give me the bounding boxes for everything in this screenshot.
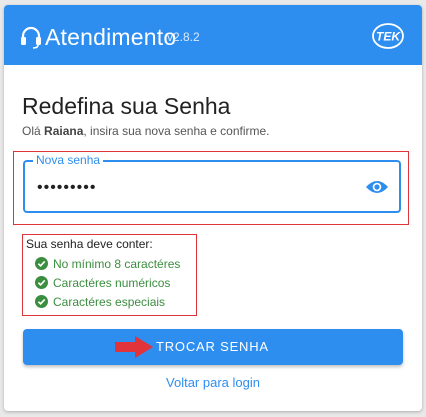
app-version: v2.8.2 — [167, 30, 200, 44]
reset-password-card: Atendimento v2.8.2 TEK Redefina sua Senh… — [4, 5, 422, 411]
tek-logo-icon: TEK — [372, 23, 404, 49]
app-title: Atendimento — [45, 24, 177, 50]
requirement-numeric: Caractéres numéricos — [35, 276, 170, 290]
new-password-field[interactable]: Nova senha ••••••••• — [23, 153, 401, 213]
instruction-rest: , insira sua nova senha e confirme. — [83, 124, 270, 138]
app-bar: Atendimento v2.8.2 TEK — [4, 5, 422, 65]
page-title: Redefina sua Senha — [22, 93, 231, 119]
svg-text:TEK: TEK — [376, 30, 401, 44]
new-password-label: Nova senha — [33, 153, 104, 167]
check-circle-icon — [35, 276, 48, 289]
red-arrow-icon — [115, 336, 153, 358]
requirement-label: Caractéres numéricos — [53, 276, 171, 290]
requirements-title: Sua senha deve conter: — [26, 237, 153, 251]
requirement-label: No mínimo 8 caractéres — [53, 257, 181, 271]
change-password-label: TROCAR SENHA — [156, 339, 269, 354]
greeting-text: Olá — [22, 124, 41, 138]
headset-icon — [21, 26, 41, 49]
new-password-input[interactable]: ••••••••• — [37, 179, 96, 197]
check-circle-icon — [35, 257, 48, 270]
requirement-special: Caractéres especiais — [35, 295, 165, 309]
back-to-login-link[interactable]: Voltar para login — [4, 375, 422, 390]
instruction-text: Olá Raiana, insira sua nova senha e conf… — [22, 124, 270, 138]
eye-icon[interactable] — [365, 178, 389, 196]
requirement-min-length: No mínimo 8 caractéres — [35, 257, 180, 271]
check-circle-icon — [35, 295, 48, 308]
requirement-label: Caractéres especiais — [53, 295, 166, 309]
user-name: Raiana — [44, 124, 84, 138]
change-password-button[interactable]: TROCAR SENHA — [23, 329, 403, 365]
